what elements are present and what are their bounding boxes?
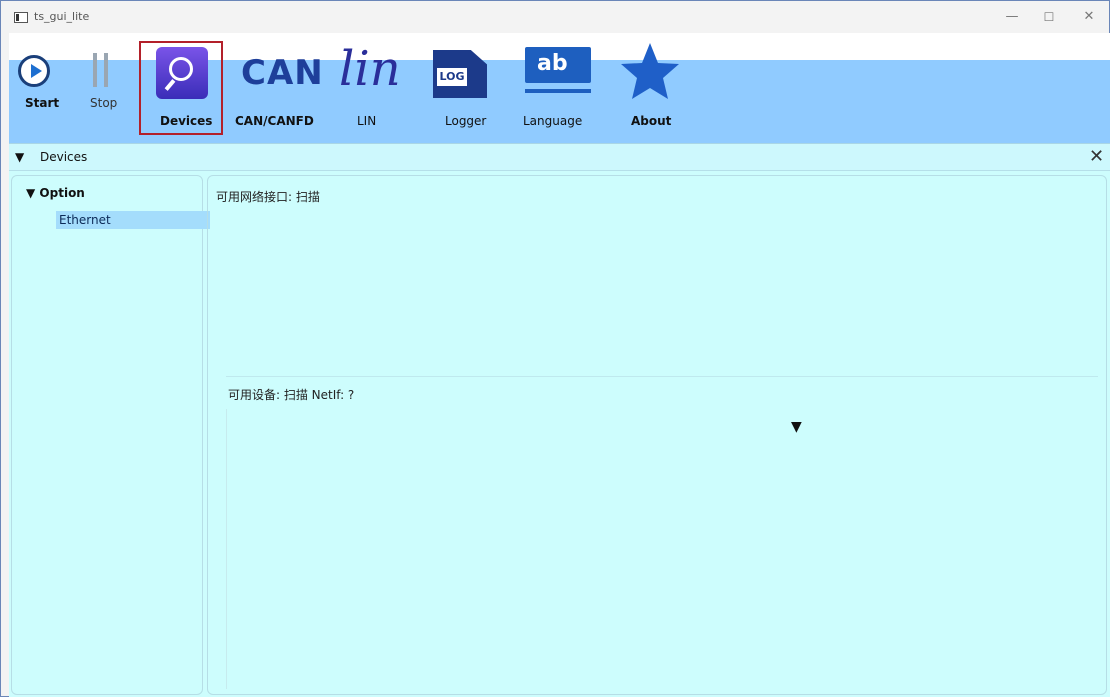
about-label: About: [631, 114, 672, 128]
search-icon: [156, 47, 208, 99]
device-list[interactable]: [226, 409, 1098, 689]
pause-icon: [89, 53, 113, 87]
panel-title: Devices: [40, 150, 88, 164]
options-tree-header[interactable]: ▼ Option: [26, 186, 85, 200]
dropdown-arrow-icon[interactable]: ▼: [791, 419, 802, 435]
language-icon: ab: [525, 47, 591, 97]
logger-label: Logger: [445, 114, 487, 128]
devices-label: Devices: [160, 114, 213, 128]
app-window: ts_gui_lite — ☐ ✕ Start Stop Devices CAN…: [0, 0, 1110, 697]
devices-button[interactable]: Devices: [139, 33, 225, 141]
minimize-button[interactable]: —: [997, 6, 1027, 28]
divider: [226, 376, 1098, 377]
window-title: ts_gui_lite: [34, 10, 90, 23]
devices-panel-content: ▼ Option Ethernet 可用网络接口: 扫描 可用设备: 扫描 Ne…: [9, 171, 1110, 697]
panel-close-button[interactable]: ✕: [1089, 146, 1104, 167]
expand-arrow-icon: ▼: [26, 186, 36, 200]
toolbar: Start Stop Devices CAN CAN/CANFD lin LIN…: [9, 33, 1110, 143]
maximize-button[interactable]: ☐: [1034, 6, 1064, 28]
logger-button[interactable]: LOG Logger: [427, 33, 507, 141]
device-config-pane: 可用网络接口: 扫描 可用设备: 扫描 NetIf: ? ▼: [207, 175, 1107, 695]
language-icon-text: ab: [525, 47, 591, 83]
lin-button[interactable]: lin LIN: [331, 33, 411, 141]
log-icon-text: LOG: [437, 68, 467, 86]
can-canfd-label: CAN/CANFD: [235, 114, 314, 128]
log-icon: LOG: [433, 50, 491, 98]
options-tree: ▼ Option Ethernet: [11, 175, 210, 695]
available-devices-label[interactable]: 可用设备: 扫描 NetIf: ?: [228, 386, 354, 403]
can-icon: CAN: [241, 53, 324, 93]
options-title: Option: [39, 186, 85, 200]
title-bar: ts_gui_lite — ☐ ✕: [1, 1, 1109, 35]
close-window-button[interactable]: ✕: [1074, 6, 1104, 28]
can-canfd-button[interactable]: CAN CAN/CANFD: [231, 33, 324, 141]
tree-item-ethernet[interactable]: Ethernet: [56, 211, 210, 229]
star-icon: [621, 43, 679, 99]
language-button[interactable]: ab Language: [517, 33, 607, 141]
network-interface-label[interactable]: 可用网络接口: 扫描: [216, 188, 320, 205]
language-label: Language: [523, 114, 583, 128]
about-button[interactable]: About: [615, 33, 685, 141]
network-interface-list[interactable]: [228, 214, 1098, 374]
lin-label: LIN: [357, 114, 377, 128]
stop-button[interactable]: Stop: [75, 33, 127, 141]
app-icon: [14, 12, 28, 23]
lin-icon: lin: [339, 41, 401, 97]
start-button[interactable]: Start: [9, 33, 69, 141]
play-icon: [18, 55, 50, 87]
stop-label: Stop: [90, 96, 118, 110]
collapse-arrow-icon[interactable]: ▼: [15, 150, 24, 164]
devices-panel-header[interactable]: ▼ Devices ✕: [9, 143, 1110, 171]
start-label: Start: [25, 96, 60, 110]
